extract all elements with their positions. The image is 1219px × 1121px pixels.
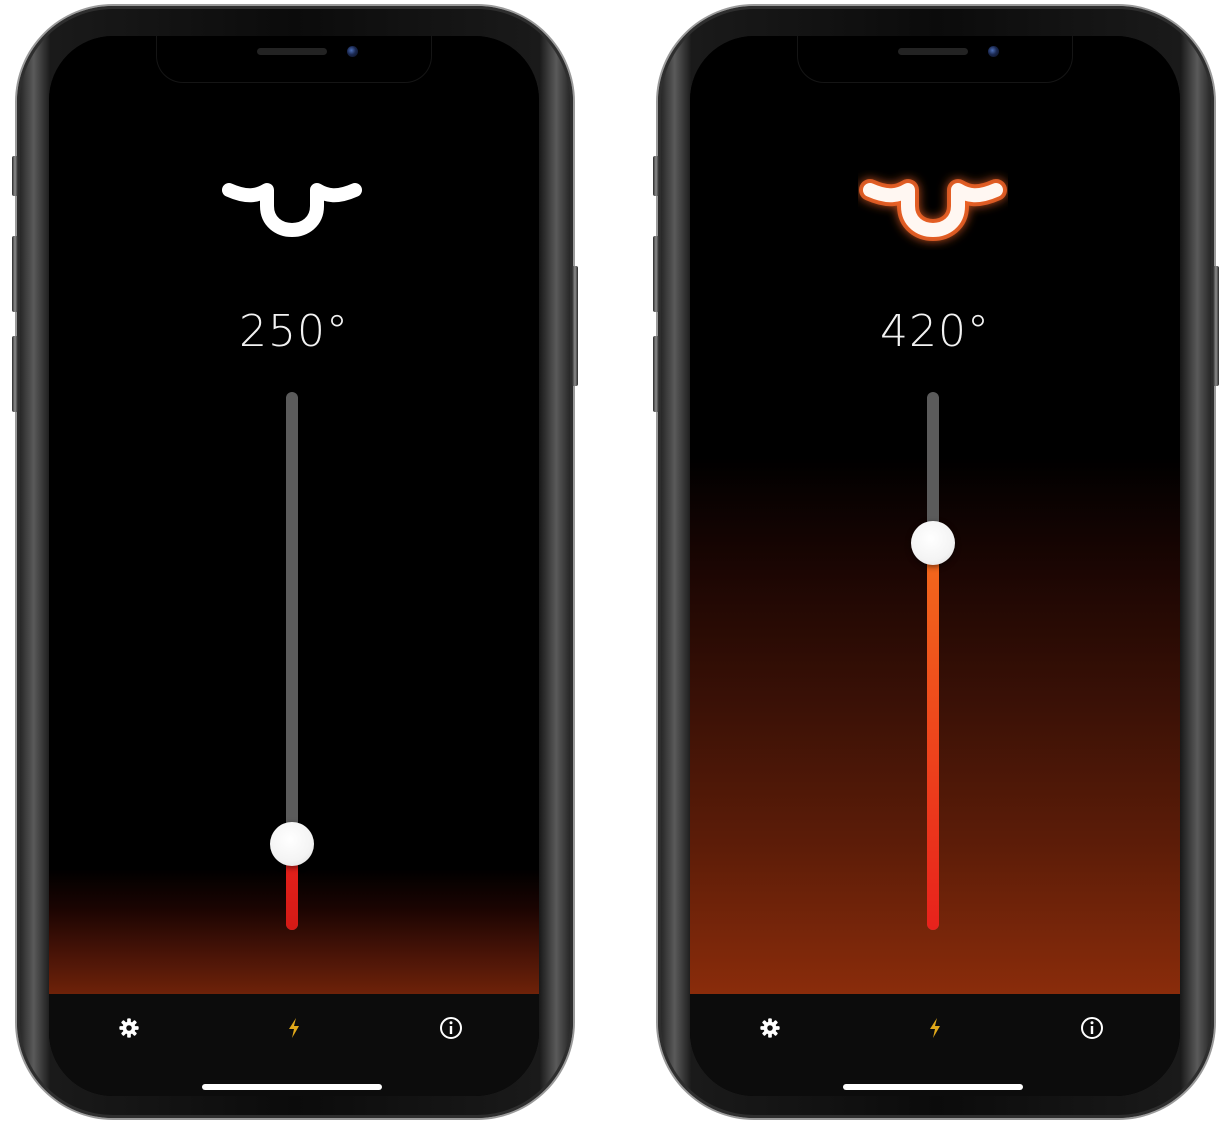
heat-glow-background: 420° <box>690 36 1180 994</box>
temperature-slider-thumb[interactable] <box>270 822 314 866</box>
volume-up-button <box>12 236 18 312</box>
info-icon[interactable] <box>439 1016 463 1040</box>
temperature-slider-thumb[interactable] <box>911 521 955 565</box>
power-button <box>572 266 578 386</box>
temperature-slider-track[interactable] <box>911 392 955 930</box>
tab-bar <box>690 994 1180 1096</box>
speaker-grille <box>257 48 327 55</box>
phone-frame-left: 250° <box>12 6 578 1118</box>
mute-switch <box>653 156 659 196</box>
temperature-slider-track[interactable] <box>270 392 314 930</box>
volume-down-button <box>653 336 659 412</box>
gear-icon[interactable] <box>117 1016 141 1040</box>
temperature-value: 250° <box>239 306 349 357</box>
volume-up-button <box>653 236 659 312</box>
temperature-slider-fill <box>927 543 939 930</box>
lightning-icon[interactable] <box>282 1016 306 1040</box>
volume-down-button <box>12 336 18 412</box>
home-indicator[interactable] <box>202 1084 382 1090</box>
speaker-grille <box>898 48 968 55</box>
lightning-icon[interactable] <box>923 1016 947 1040</box>
home-indicator[interactable] <box>843 1084 1023 1090</box>
heater-element-icon <box>859 179 1007 241</box>
app-screenshots: 250° 420° <box>0 0 1219 1121</box>
notch <box>798 36 1072 82</box>
info-icon[interactable] <box>1080 1016 1104 1040</box>
heat-glow-background: 250° <box>49 36 539 994</box>
tab-bar <box>49 994 539 1096</box>
screen-left: 250° <box>49 36 539 1096</box>
notch <box>157 36 431 82</box>
mute-switch <box>12 156 18 196</box>
power-button <box>1213 266 1219 386</box>
heater-element-icon <box>222 183 362 237</box>
gear-icon[interactable] <box>758 1016 782 1040</box>
temperature-value: 420° <box>880 306 990 357</box>
front-camera <box>988 46 999 57</box>
front-camera <box>347 46 358 57</box>
screen-right: 420° <box>690 36 1180 1096</box>
phone-frame-right: 420° <box>653 6 1219 1118</box>
